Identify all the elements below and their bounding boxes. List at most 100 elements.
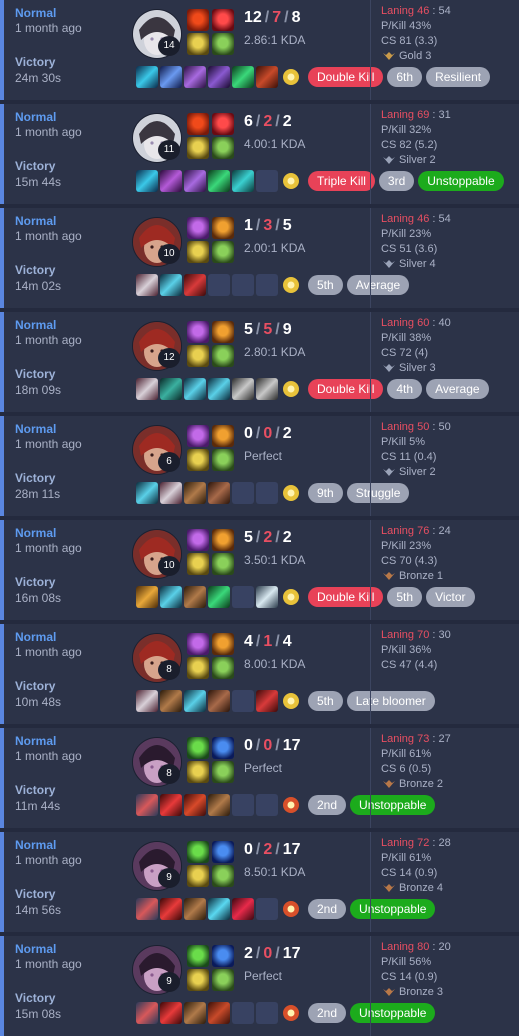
rune-precision-icon[interactable] [187, 345, 209, 367]
dagger-item[interactable] [136, 274, 158, 296]
teal-armor-item[interactable] [160, 378, 182, 400]
ignite-icon[interactable] [187, 9, 209, 31]
violet-orb-item[interactable] [184, 66, 206, 88]
red-demon-item[interactable] [160, 1002, 182, 1024]
brown-boots-item[interactable] [184, 482, 206, 504]
rune-resolve-icon[interactable] [212, 657, 234, 679]
green-orb-icon[interactable] [187, 737, 209, 759]
match-card[interactable]: Normal 1 month ago Victory 10m 48s 8 4/1/4 8.0… [0, 624, 519, 724]
trinket-ward-icon[interactable] [280, 170, 302, 192]
rune-resolve-icon[interactable] [212, 137, 234, 159]
rune-precision-icon[interactable] [187, 137, 209, 159]
trinket-ward-icon[interactable] [280, 586, 302, 608]
brown-boots-item[interactable] [184, 898, 206, 920]
twin-blade-item[interactable] [136, 1002, 158, 1024]
trinket-ward-icon[interactable] [280, 378, 302, 400]
empty-item-slot[interactable] [256, 794, 278, 816]
match-card[interactable]: Normal 1 month ago Victory 11m 44s 8 0/0/17 Pe… [0, 728, 519, 828]
match-card[interactable]: Normal 1 month ago Victory 28m 11s 6 0/0/2 Per… [0, 416, 519, 516]
empty-item-slot[interactable] [232, 794, 254, 816]
empty-item-slot[interactable] [256, 1002, 278, 1024]
rune-resolve-icon[interactable] [212, 761, 234, 783]
match-card[interactable]: Normal 1 month ago Victory 18m 09s 12 5/5/9 2.… [0, 312, 519, 412]
rune-precision-icon[interactable] [187, 657, 209, 679]
cyan-blade-item[interactable] [184, 378, 206, 400]
trinket-ward-icon[interactable] [280, 274, 302, 296]
rune-resolve-icon[interactable] [212, 241, 234, 263]
flash-violet-icon[interactable] [187, 425, 209, 447]
silver-blade-item[interactable] [256, 586, 278, 608]
blue-orb-icon[interactable] [212, 737, 234, 759]
match-card[interactable]: Normal 1 month ago Victory 16m 08s 10 5/2/2 3.… [0, 520, 519, 620]
red-book-item[interactable] [256, 66, 278, 88]
match-card[interactable]: Normal 1 month ago Victory 14m 02s 10 1/3/5 2.… [0, 208, 519, 308]
trinket-ward-icon[interactable] [280, 898, 302, 920]
brown-boots-item[interactable] [160, 690, 182, 712]
rune-precision-icon[interactable] [187, 969, 209, 991]
green-vial-item[interactable] [208, 586, 230, 608]
red-book-item[interactable] [208, 1002, 230, 1024]
rune-resolve-icon[interactable] [212, 553, 234, 575]
green-orb-icon[interactable] [187, 841, 209, 863]
ghost-icon[interactable] [212, 529, 234, 551]
dagger-item[interactable] [136, 690, 158, 712]
trinket-ward-icon[interactable] [280, 1002, 302, 1024]
trinket-ward-icon[interactable] [280, 66, 302, 88]
violet-staff-item[interactable] [160, 170, 182, 192]
trinket-ward-icon[interactable] [280, 482, 302, 504]
leather-item[interactable] [208, 482, 230, 504]
cyan-crown-item[interactable] [208, 898, 230, 920]
cyan-blade-item[interactable] [160, 586, 182, 608]
empty-item-slot[interactable] [232, 690, 254, 712]
rune-resolve-icon[interactable] [212, 33, 234, 55]
flash-violet-icon[interactable] [187, 321, 209, 343]
dagger-item[interactable] [160, 482, 182, 504]
red-potion-item[interactable] [184, 274, 206, 296]
rune-precision-icon[interactable] [187, 449, 209, 471]
twin-blade-item[interactable] [136, 794, 158, 816]
cyan-ring-item[interactable] [136, 66, 158, 88]
rune-precision-icon[interactable] [187, 553, 209, 575]
blue-orb-icon[interactable] [212, 945, 234, 967]
trinket-ward-icon[interactable] [280, 690, 302, 712]
empty-item-slot[interactable] [208, 274, 230, 296]
grey-sword-item[interactable] [256, 378, 278, 400]
flash-violet-icon[interactable] [187, 529, 209, 551]
green-orb-icon[interactable] [187, 945, 209, 967]
match-card[interactable]: Normal 1 month ago Victory 15m 44s 11 6/2/2 4.… [0, 104, 519, 204]
brown-boots-item[interactable] [208, 794, 230, 816]
brown-boots-item[interactable] [184, 1002, 206, 1024]
rune-resolve-icon[interactable] [212, 969, 234, 991]
green-vial-item[interactable] [232, 66, 254, 88]
empty-item-slot[interactable] [232, 482, 254, 504]
grey-sword-item[interactable] [232, 378, 254, 400]
red-crystal-item[interactable] [232, 898, 254, 920]
empty-item-slot[interactable] [256, 482, 278, 504]
match-card[interactable]: Normal 1 month ago Victory 14m 56s 9 0/2/17 8.… [0, 832, 519, 932]
ghost-icon[interactable] [212, 425, 234, 447]
gold-armor-item[interactable] [136, 586, 158, 608]
rune-resolve-icon[interactable] [212, 345, 234, 367]
ghost-icon[interactable] [212, 217, 234, 239]
empty-item-slot[interactable] [232, 274, 254, 296]
red-demon-item[interactable] [160, 898, 182, 920]
violet-tome-item[interactable] [208, 66, 230, 88]
cyan-ring-item[interactable] [136, 170, 158, 192]
ghost-icon[interactable] [212, 321, 234, 343]
cyan-blade-item[interactable] [136, 482, 158, 504]
violet-orb-item[interactable] [184, 170, 206, 192]
flash-violet-icon[interactable] [187, 633, 209, 655]
twin-blade-item[interactable] [136, 898, 158, 920]
empty-item-slot[interactable] [256, 898, 278, 920]
trinket-ward-icon[interactable] [280, 794, 302, 816]
flash-icon[interactable] [212, 113, 234, 135]
brown-boots-item[interactable] [184, 586, 206, 608]
rune-precision-icon[interactable] [187, 33, 209, 55]
rune-resolve-icon[interactable] [212, 865, 234, 887]
ghost-icon[interactable] [212, 633, 234, 655]
empty-item-slot[interactable] [256, 170, 278, 192]
empty-item-slot[interactable] [232, 1002, 254, 1024]
rune-precision-icon[interactable] [187, 241, 209, 263]
match-card[interactable]: Normal 1 month ago Victory 24m 30s 14 12/7/8 2… [0, 0, 519, 100]
red-potion-item[interactable] [256, 690, 278, 712]
